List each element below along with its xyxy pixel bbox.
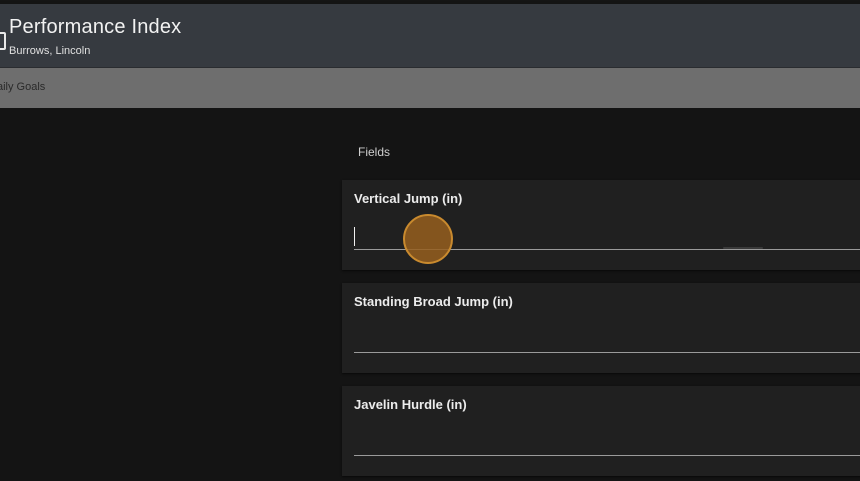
text-caret <box>354 227 355 246</box>
field-label: Javelin Hurdle (in) <box>354 397 467 412</box>
vertical-jump-input[interactable] <box>354 223 860 250</box>
javelin-hurdle-input[interactable] <box>354 429 860 456</box>
field-label: Vertical Jump (in) <box>354 191 463 206</box>
field-card-vertical-jump: Vertical Jump (in) <box>342 180 860 270</box>
tab-bar: aily Goals <box>0 68 860 108</box>
athlete-name: Burrows, Lincoln <box>9 45 91 57</box>
standing-broad-jump-input[interactable] <box>354 326 860 353</box>
app-header: Performance Index Burrows, Lincoln <box>0 4 860 68</box>
page-title: Performance Index <box>9 16 182 38</box>
back-arrow-icon[interactable] <box>0 32 6 50</box>
field-card-standing-broad-jump: Standing Broad Jump (in) <box>342 283 860 373</box>
tab-daily-goals[interactable]: aily Goals <box>0 81 45 93</box>
section-heading: Fields <box>358 145 391 159</box>
field-card-javelin-hurdle: Javelin Hurdle (in) <box>342 386 860 476</box>
field-label: Standing Broad Jump (in) <box>354 294 513 309</box>
input-shadow <box>723 247 763 249</box>
